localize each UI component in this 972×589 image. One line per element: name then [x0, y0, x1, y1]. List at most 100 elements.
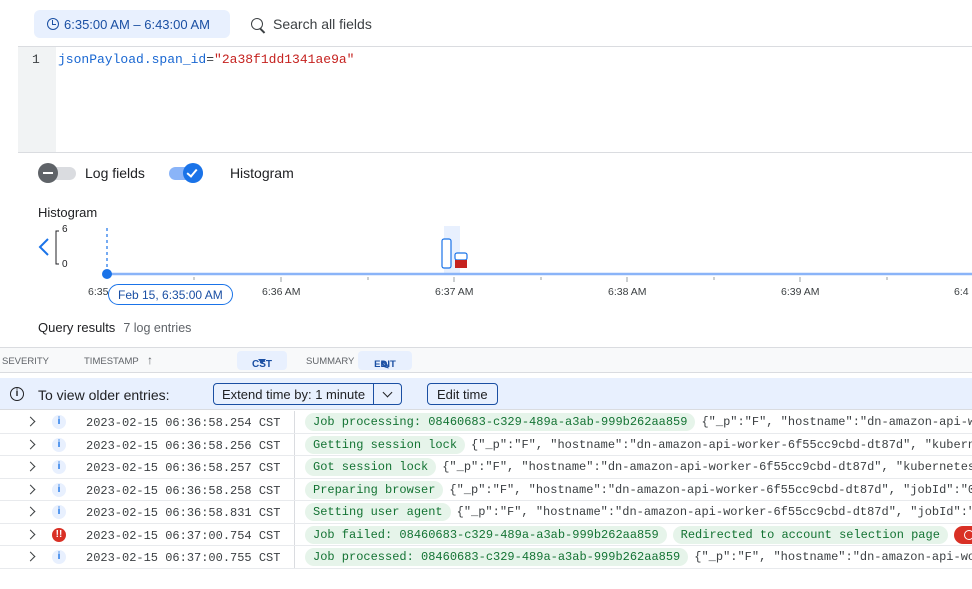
- histogram-title: Histogram: [38, 205, 98, 220]
- table-row[interactable]: i 2023-02-15 06:37:00.755 CST Job proces…: [0, 546, 972, 569]
- query-value: "2a38f1dd1341ae9a": [214, 52, 355, 67]
- info-severity-icon: i: [52, 550, 66, 564]
- timestamp-column[interactable]: TIMESTAMP: [84, 356, 139, 367]
- query-results-title: Query results: [38, 320, 116, 335]
- row-timestamp: 2023-02-15 06:37:00.754 CST: [86, 528, 281, 543]
- row-timestamp: 2023-02-15 06:36:58.258 CST: [86, 483, 281, 498]
- extend-time-button[interactable]: Extend time by: 1 minute: [213, 383, 403, 405]
- chevron-right-icon[interactable]: [25, 461, 36, 472]
- x-axis-ticks: [193, 277, 888, 282]
- time-range-chip[interactable]: 6:35:00 AM – 6:43:00 AM: [34, 10, 230, 38]
- edit-summary-button[interactable]: ✎ EDIT: [358, 351, 412, 372]
- summary-pill[interactable]: Preparing browser: [305, 480, 444, 499]
- notice-text: To view older entries:: [38, 387, 170, 403]
- row-payload: {"_p":"F", "hostname":"dn-amazon-api-wor…: [456, 505, 972, 519]
- summary-pill[interactable]: Job failed: 08460683-c329-489a-a3ab-999b…: [305, 525, 667, 544]
- search-placeholder: Search all fields: [273, 16, 372, 32]
- row-payload: {"_p":"F", "hostname":"dn-amazon-api-wor…: [449, 482, 972, 497]
- older-entries-notice: i To view older entries: Extend time by:…: [0, 378, 972, 410]
- editor-gutter: 1: [18, 47, 56, 152]
- row-timestamp: 2023-02-15 06:36:58.257 CST: [86, 461, 281, 475]
- table-row[interactable]: i 2023-02-15 06:36:58.257 CST Got sessio…: [0, 456, 972, 479]
- results-column-header: SEVERITY TIMESTAMP ↑ CST SUMMARY ✎ EDIT: [0, 347, 972, 373]
- info-severity-icon: i: [52, 482, 66, 497]
- summary-pill[interactable]: Got session lock: [305, 458, 437, 476]
- search-icon: [251, 18, 263, 30]
- row-payload: {"_p":"F", "hostname":"dn-amazon-api-wor…: [701, 415, 972, 429]
- info-severity-icon: i: [52, 460, 66, 474]
- chevron-right-icon[interactable]: [25, 439, 36, 449]
- query-key: jsonPayload.span_id: [58, 52, 207, 67]
- y-axis-bracket: [55, 230, 59, 265]
- histogram-toggle[interactable]: [165, 163, 221, 183]
- range-start-handle[interactable]: [102, 269, 112, 279]
- info-severity-icon: i: [52, 415, 66, 429]
- histogram-bar-error[interactable]: [455, 260, 467, 268]
- chevron-right-icon[interactable]: [25, 506, 36, 517]
- table-row[interactable]: i 2023-02-15 06:36:58.831 CST Setting us…: [0, 501, 972, 524]
- histogram-bar-info[interactable]: [441, 238, 452, 269]
- row-summary: Preparing browser {"_p":"F", "hostname":…: [294, 478, 972, 501]
- table-row[interactable]: i 2023-02-15 06:36:58.258 CST Preparing …: [0, 478, 972, 501]
- summary-pill[interactable]: Setting user agent: [305, 503, 451, 521]
- log-fields-label: Log fields: [85, 165, 145, 181]
- row-timestamp: 2023-02-15 06:36:58.256 CST: [86, 438, 281, 453]
- tick-label: 6:38 AM: [608, 286, 647, 298]
- chevron-left-icon[interactable]: [38, 238, 49, 256]
- row-timestamp: 2023-02-15 06:36:58.254 CST: [86, 416, 281, 430]
- edit-time-button[interactable]: Edit time: [427, 383, 498, 405]
- y-max-label: 6: [62, 224, 68, 235]
- histogram-label: Histogram: [229, 165, 294, 181]
- log-entries: i 2023-02-15 06:36:58.254 CST Job proces…: [0, 411, 972, 569]
- row-summary: Job processing: 08460683-c329-489a-a3ab-…: [294, 411, 972, 433]
- sort-arrow-up-icon[interactable]: ↑: [147, 353, 153, 367]
- selected-time-pill[interactable]: Feb 15, 6:35:00 AM: [108, 284, 233, 305]
- table-row[interactable]: i 2023-02-15 06:36:58.254 CST Job proces…: [0, 411, 972, 434]
- extend-time-label: Extend time by: 1 minute: [222, 386, 366, 402]
- error-badge-icon[interactable]: [953, 525, 972, 544]
- check-icon: [186, 166, 198, 178]
- extend-time-dropdown[interactable]: [373, 384, 401, 404]
- log-fields-toggle[interactable]: [38, 163, 76, 183]
- summary-pill-secondary[interactable]: Redirected to account selection page: [672, 525, 948, 544]
- error-severity-icon: !!: [52, 527, 66, 542]
- tick-label: 6:36 AM: [262, 286, 301, 298]
- severity-column[interactable]: SEVERITY: [2, 356, 49, 367]
- info-severity-icon: i: [52, 505, 66, 519]
- row-timestamp: 2023-02-15 06:37:00.755 CST: [86, 551, 281, 565]
- query-text[interactable]: jsonPayload.span_id="2a38f1dd1341ae9a": [58, 52, 354, 67]
- query-operator: =: [206, 52, 215, 67]
- search-all-fields[interactable]: Search all fields: [251, 10, 551, 38]
- caret-down-icon: [258, 359, 266, 364]
- tick-label: 6:37 AM: [435, 286, 474, 298]
- chevron-right-icon[interactable]: [25, 484, 36, 494]
- row-payload: {"_p":"F", "hostname":"dn-amazon-api-wor…: [442, 460, 972, 474]
- table-row[interactable]: i 2023-02-15 06:36:58.256 CST Getting se…: [0, 433, 972, 456]
- query-editor[interactable]: 1 jsonPayload.span_id="2a38f1dd1341ae9a": [18, 46, 972, 153]
- histogram-bar-error-top[interactable]: [454, 252, 468, 261]
- row-summary: Getting session lock {"_p":"F", "hostnam…: [294, 433, 972, 456]
- tick-label: 6:35: [88, 286, 109, 298]
- row-payload: {"_p":"F", "hostname":"dn-amazon-api-wor…: [694, 550, 972, 564]
- summary-column: SUMMARY: [306, 356, 355, 367]
- chevron-down-icon: [382, 387, 393, 397]
- log-entry-count: 7 log entries: [123, 321, 192, 335]
- time-range-label: 6:35:00 AM – 6:43:00 AM: [64, 16, 210, 32]
- minus-icon: [43, 172, 53, 174]
- summary-pill[interactable]: Getting session lock: [305, 435, 466, 454]
- timezone-dropdown[interactable]: CST: [237, 351, 287, 370]
- top-bar: 6:35:00 AM – 6:43:00 AM Search all field…: [0, 0, 972, 47]
- tick-label: 6:39 AM: [781, 286, 820, 298]
- summary-pill[interactable]: Job processing: 08460683-c329-489a-a3ab-…: [305, 413, 696, 431]
- chevron-right-icon[interactable]: [25, 529, 36, 539]
- chevron-right-icon[interactable]: [25, 416, 36, 427]
- query-results-header: Query results 7 log entries: [38, 320, 191, 335]
- summary-pill[interactable]: Job processed: 08460683-c329-489a-a3ab-9…: [305, 548, 689, 566]
- row-summary: Got session lock {"_p":"F", "hostname":"…: [294, 456, 972, 478]
- chevron-right-icon[interactable]: [25, 551, 36, 562]
- table-row[interactable]: !! 2023-02-15 06:37:00.754 CST Job faile…: [0, 523, 972, 546]
- info-icon: i: [10, 387, 24, 401]
- info-severity-icon: i: [52, 437, 66, 452]
- row-summary: Setting user agent {"_p":"F", "hostname"…: [294, 501, 972, 523]
- row-summary: Job processed: 08460683-c329-489a-a3ab-9…: [294, 546, 972, 568]
